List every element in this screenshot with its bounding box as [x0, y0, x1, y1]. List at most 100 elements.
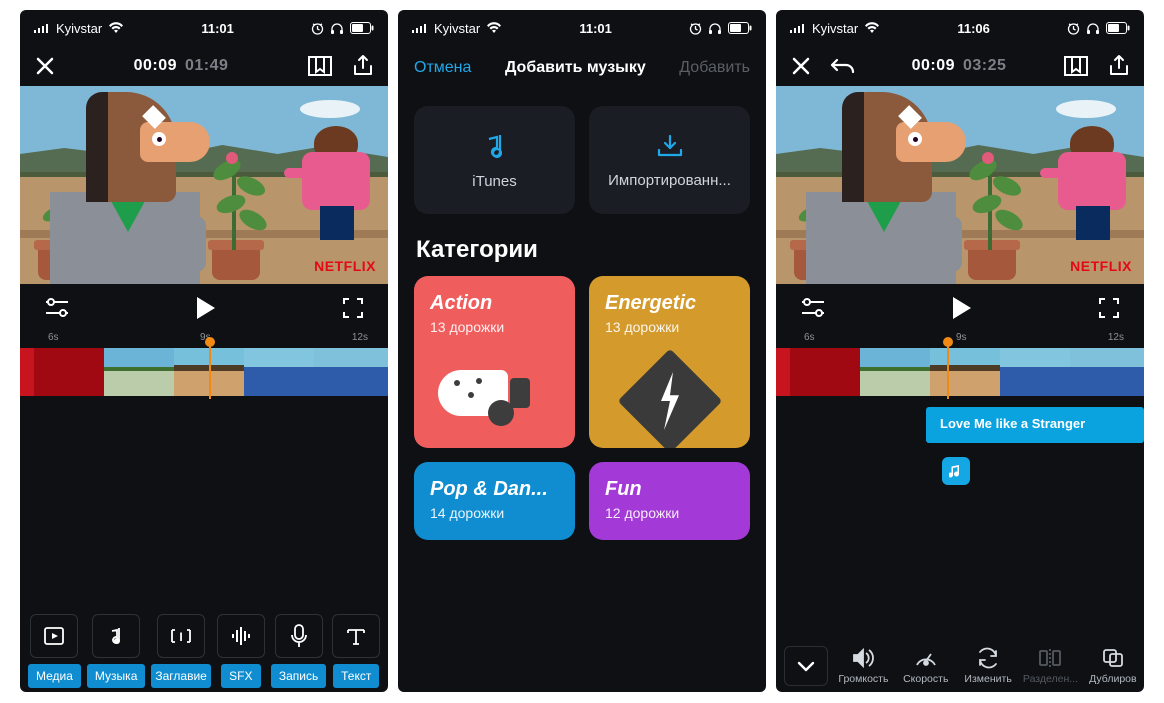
music-marker[interactable] — [942, 457, 970, 485]
share-button[interactable] — [1108, 54, 1130, 78]
undo-button[interactable] — [830, 56, 856, 76]
close-button[interactable] — [790, 55, 812, 77]
fullscreen-button[interactable] — [342, 297, 364, 319]
category-grid: Action 13 дорожки Energetic 13 дорожки P… — [398, 276, 766, 540]
megaphone-icon — [438, 356, 528, 436]
import-label: iTunes — [472, 173, 516, 190]
timeline[interactable] — [776, 347, 1144, 397]
tool-edit[interactable]: Изменить — [957, 647, 1019, 685]
collapse-button[interactable] — [784, 646, 828, 686]
audio-clip[interactable]: Love Me like a Stranger — [926, 407, 1144, 443]
playhead-time: 00:09 — [134, 57, 177, 75]
tool-label: Скорость — [903, 673, 948, 685]
play-button[interactable] — [197, 297, 215, 319]
import-label: Импортированн... — [608, 172, 731, 189]
signal-icon — [412, 23, 428, 33]
preview-controls — [776, 284, 1144, 332]
gauge-icon — [914, 647, 938, 669]
tool-record[interactable]: Запись — [271, 614, 326, 688]
carrier-label: Kyivstar — [812, 21, 858, 36]
volume-icon — [851, 647, 875, 669]
music-note-icon — [949, 463, 963, 479]
headphones-icon — [330, 22, 344, 35]
top-nav: 00:09 03:25 — [776, 46, 1144, 86]
music-note-icon — [482, 131, 508, 161]
add-button[interactable]: Добавить — [679, 59, 750, 77]
playhead-time: 00:09 — [912, 57, 955, 75]
share-button[interactable] — [352, 54, 374, 78]
category-pop-dance[interactable]: Pop & Dan... 14 дорожки — [414, 462, 575, 540]
preview-controls — [20, 284, 388, 332]
split-icon — [1038, 647, 1062, 669]
carrier-label: Kyivstar — [56, 21, 102, 36]
tool-label: Дублиров — [1089, 673, 1137, 685]
clock-label: 11:06 — [957, 21, 990, 36]
category-action[interactable]: Action 13 дорожки — [414, 276, 575, 448]
playhead[interactable] — [947, 343, 949, 399]
modal-title: Добавить музыку — [505, 59, 646, 77]
status-bar: Kyivstar 11:01 — [20, 10, 388, 46]
copy-icon — [1101, 647, 1125, 669]
import-files[interactable]: Импортированн... — [589, 106, 750, 214]
modal-nav: Отмена Добавить музыку Добавить — [398, 46, 766, 90]
cancel-button[interactable]: Отмена — [414, 59, 471, 77]
signal-icon — [34, 23, 50, 33]
screen-editor: Kyivstar 11:01 00:09 01:49 — [20, 10, 388, 692]
bottom-toolbar: Громкость Скорость Изменить Разделен... … — [776, 642, 1144, 692]
close-button[interactable] — [34, 55, 56, 77]
tool-speed[interactable]: Скорость — [895, 647, 957, 685]
timeline-ruler: 6s9s12s — [20, 332, 388, 347]
category-fun[interactable]: Fun 12 дорожки — [589, 462, 750, 540]
alarm-icon — [689, 22, 702, 35]
bookmark-button[interactable] — [306, 54, 334, 78]
settings-button[interactable] — [800, 297, 826, 319]
total-time: 01:49 — [185, 57, 228, 75]
tool-label: Разделен... — [1023, 673, 1078, 685]
alarm-icon — [1067, 22, 1080, 35]
total-time: 03:25 — [963, 57, 1006, 75]
tool-volume[interactable]: Громкость — [832, 647, 894, 685]
battery-icon — [1106, 22, 1130, 34]
netflix-badge: NETFLIX — [1070, 258, 1132, 274]
bolt-icon — [617, 349, 722, 448]
tool-text[interactable]: Текст — [332, 614, 380, 688]
timeline[interactable] — [20, 347, 388, 397]
bottom-toolbar: Медиа Музыка I Заглавие SFX Запись Текст — [20, 614, 388, 692]
tool-title[interactable]: I Заглавие — [151, 614, 210, 688]
video-preview[interactable]: NETFLIX — [20, 86, 388, 284]
wifi-icon — [108, 22, 124, 34]
playhead[interactable] — [209, 343, 211, 399]
clock-label: 11:01 — [201, 21, 234, 36]
tool-label: Изменить — [964, 673, 1011, 685]
tool-sfx[interactable]: SFX — [217, 614, 265, 688]
tool-duplicate[interactable]: Дублиров — [1082, 647, 1144, 685]
tool-media[interactable]: Медиа — [28, 614, 81, 688]
bookmark-button[interactable] — [1062, 54, 1090, 78]
carrier-label: Kyivstar — [434, 21, 480, 36]
play-button[interactable] — [953, 297, 971, 319]
alarm-icon — [311, 22, 324, 35]
clock-label: 11:01 — [579, 21, 612, 36]
tool-music[interactable]: Музыка — [87, 614, 145, 688]
timeline-ruler: 6s9s12s — [776, 332, 1144, 347]
download-icon — [655, 132, 685, 160]
settings-button[interactable] — [44, 297, 70, 319]
video-preview[interactable]: NETFLIX — [776, 86, 1144, 284]
category-energetic[interactable]: Energetic 13 дорожки — [589, 276, 750, 448]
status-bar: Kyivstar 11:01 — [398, 10, 766, 46]
import-itunes[interactable]: iTunes — [414, 106, 575, 214]
status-bar: Kyivstar 11:06 — [776, 10, 1144, 46]
tool-label: Громкость — [838, 673, 888, 685]
section-title: Категории — [398, 214, 766, 276]
battery-icon — [350, 22, 374, 34]
headphones-icon — [1086, 22, 1100, 35]
screen-editor-with-audio: Kyivstar 11:06 00:09 03:25 — [776, 10, 1144, 692]
tool-split[interactable]: Разделен... — [1019, 647, 1081, 685]
wifi-icon — [486, 22, 502, 34]
netflix-badge: NETFLIX — [314, 258, 376, 274]
audio-track[interactable]: Love Me like a Stranger — [776, 407, 1144, 443]
screen-music-picker: Kyivstar 11:01 Отмена Добавить музыку До… — [398, 10, 766, 692]
svg-text:I: I — [179, 630, 182, 644]
battery-icon — [728, 22, 752, 34]
fullscreen-button[interactable] — [1098, 297, 1120, 319]
